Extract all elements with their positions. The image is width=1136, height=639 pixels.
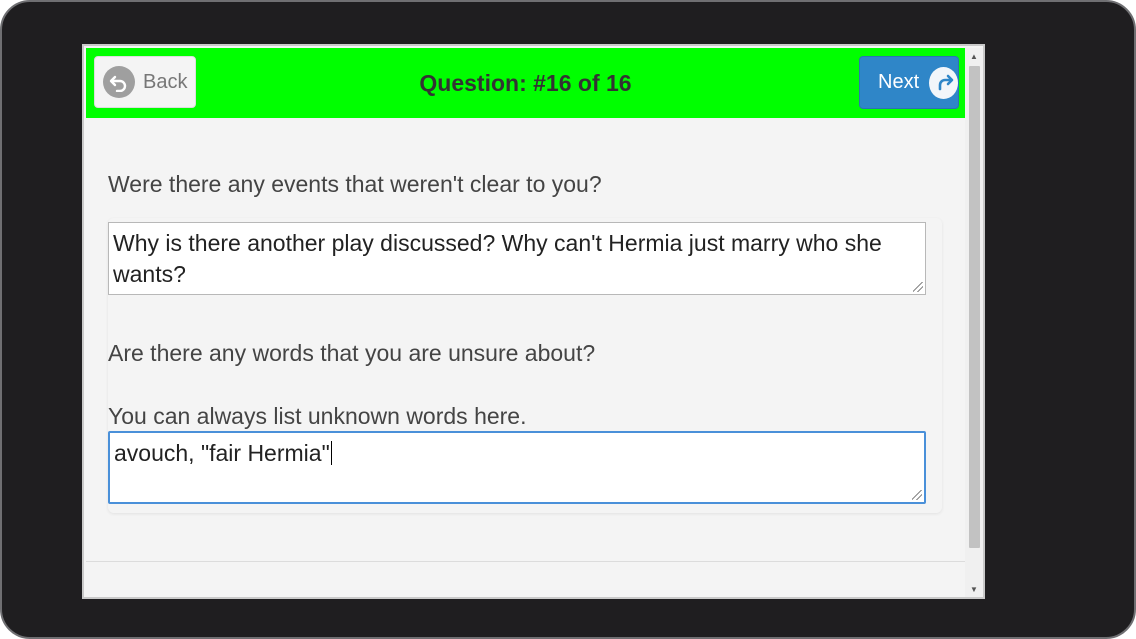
question-prompt-2: Are there any words that you are unsure … xyxy=(108,340,596,366)
vertical-scrollbar[interactable]: ▲ ▼ xyxy=(965,48,983,597)
device-frame: Question: #16 of 16 Back Next Were there… xyxy=(0,0,1136,639)
app-window: Question: #16 of 16 Back Next Were there… xyxy=(82,44,985,599)
text-cursor xyxy=(330,441,332,465)
question-content: Were there any events that weren't clear… xyxy=(86,118,965,561)
resize-handle[interactable] xyxy=(912,490,922,500)
redo-arrow-icon xyxy=(929,66,958,99)
back-button[interactable]: Back xyxy=(94,56,196,108)
question-prompt-1: Were there any events that weren't clear… xyxy=(108,171,602,197)
next-button[interactable]: Next xyxy=(859,56,959,109)
answer-text-2: avouch, "fair Hermia" xyxy=(114,440,330,466)
footer-bar xyxy=(86,561,965,597)
next-button-label: Next xyxy=(878,71,920,93)
scroll-up-icon[interactable]: ▲ xyxy=(965,48,983,64)
answer-text-1: Why is there another play discussed? Why… xyxy=(113,230,882,287)
answer-textarea-1[interactable]: Why is there another play discussed? Why… xyxy=(108,222,926,295)
resize-handle[interactable] xyxy=(913,282,923,292)
header-bar: Question: #16 of 16 Back Next xyxy=(86,48,965,118)
back-button-label: Back xyxy=(143,70,188,93)
answer-textarea-2[interactable]: avouch, "fair Hermia" xyxy=(108,431,926,504)
question-hint-2: You can always list unknown words here. xyxy=(108,403,527,429)
page-title: Question: #16 of 16 xyxy=(419,69,632,96)
undo-arrow-icon xyxy=(103,66,135,98)
scrollbar-thumb[interactable] xyxy=(969,66,980,548)
scroll-down-icon[interactable]: ▼ xyxy=(965,581,983,597)
